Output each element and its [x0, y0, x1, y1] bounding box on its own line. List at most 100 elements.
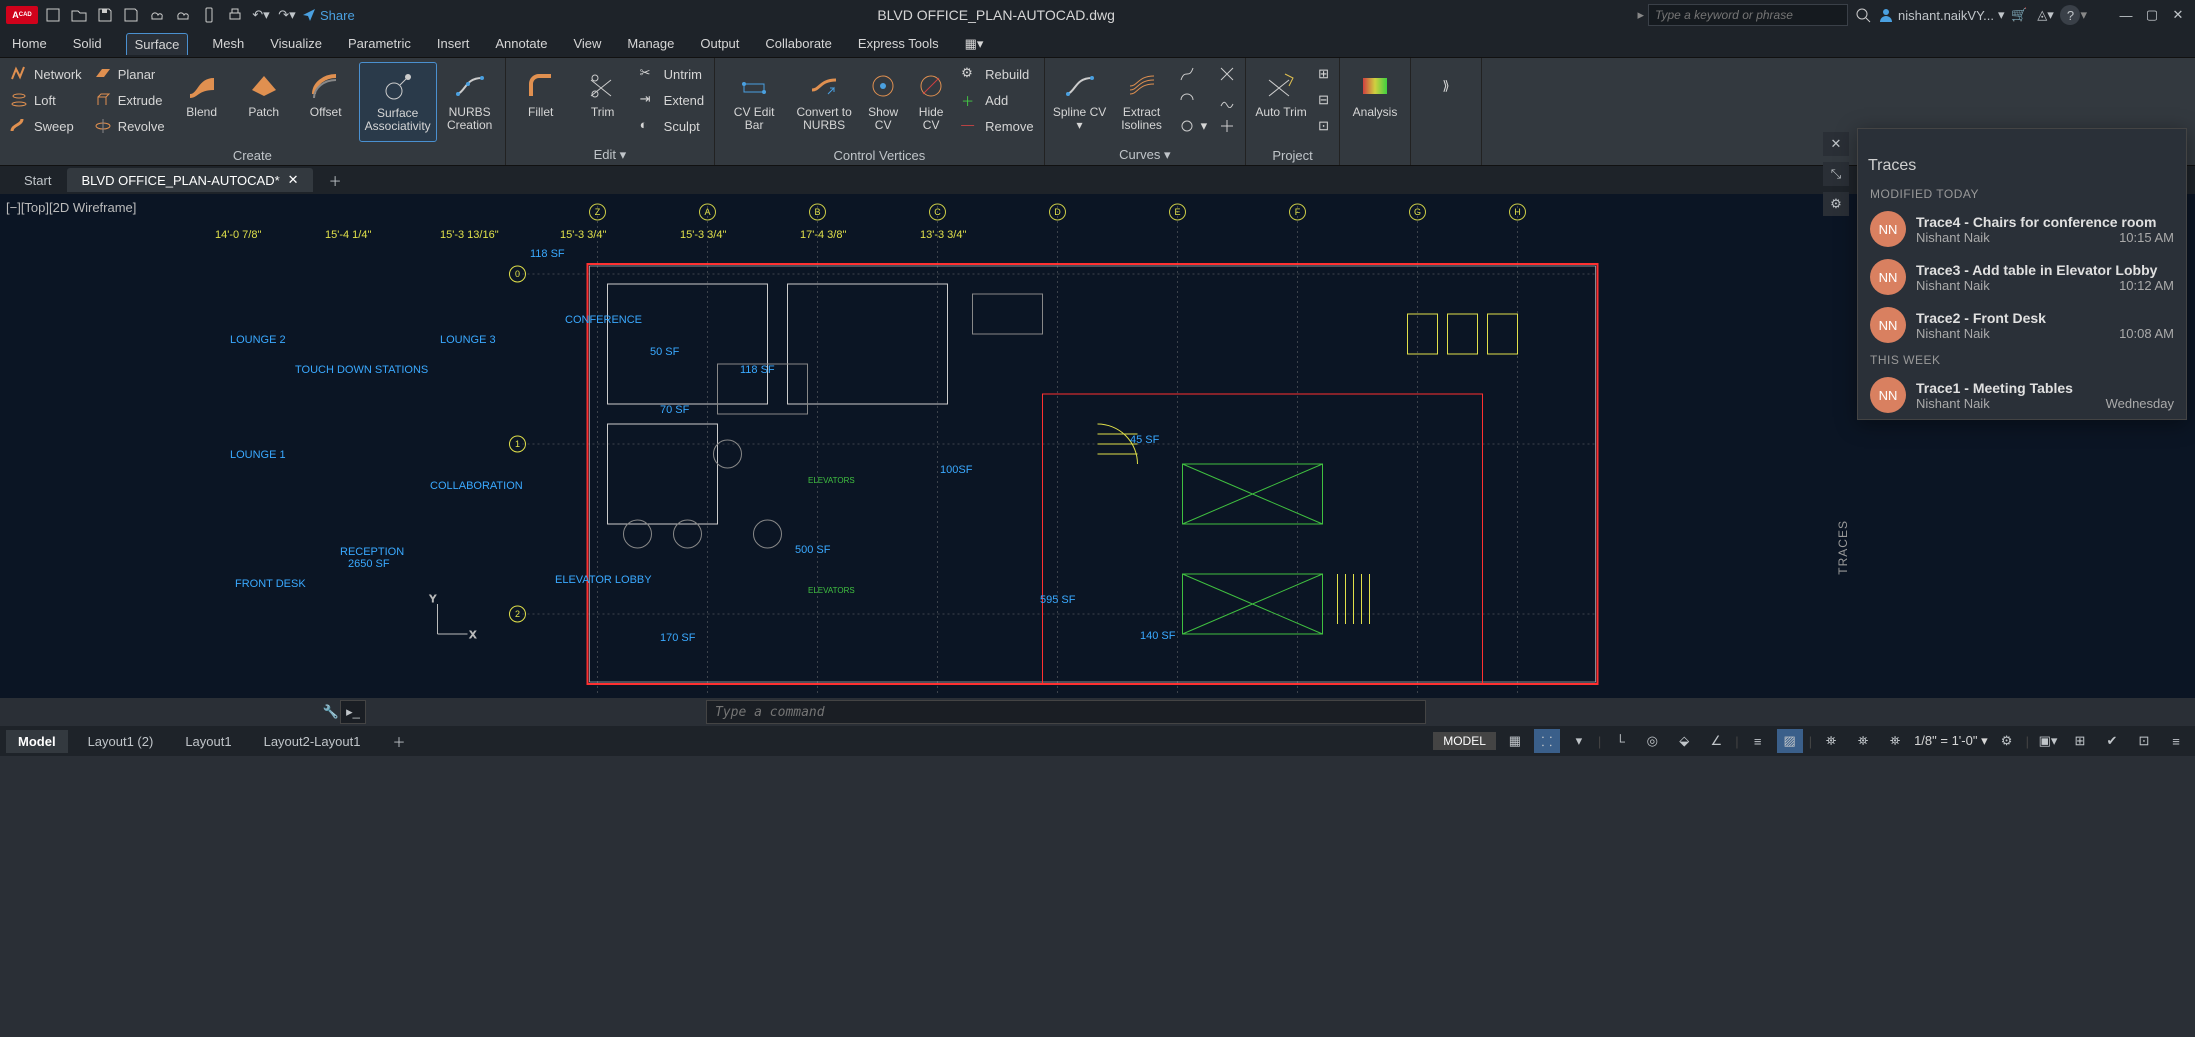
search-icon[interactable] — [1852, 4, 1874, 26]
panel-settings-icon[interactable]: ⚙ — [1823, 192, 1849, 216]
cloud-save-icon[interactable] — [172, 4, 194, 26]
units-icon[interactable]: ⊞ — [2067, 729, 2093, 753]
curve-t6-icon[interactable] — [1215, 114, 1239, 138]
convert-nurbs-button[interactable]: Convert to NURBS — [791, 62, 857, 142]
polar-icon[interactable]: ◎ — [1639, 729, 1665, 753]
space-toggle[interactable]: MODEL — [1433, 732, 1496, 750]
share-button[interactable]: Share — [302, 8, 355, 23]
fillet-button[interactable]: Fillet — [512, 62, 570, 142]
ortho-icon[interactable]: └ — [1607, 729, 1633, 753]
nurbs-creation-button[interactable]: NURBS Creation — [441, 62, 499, 142]
menu-visualize[interactable]: Visualize — [268, 32, 324, 55]
panel-edit-label[interactable]: Edit ▾ — [512, 145, 708, 165]
menu-manage[interactable]: Manage — [625, 32, 676, 55]
offset-button[interactable]: Offset — [297, 62, 355, 142]
layout-model[interactable]: Model — [6, 730, 68, 753]
undo-icon[interactable]: ↶▾ — [250, 4, 272, 26]
snap-icon[interactable]: ⸬ — [1534, 729, 1560, 753]
annoauto-icon[interactable]: ⛯ — [1882, 729, 1908, 753]
help-icon[interactable]: ? — [2060, 5, 2080, 25]
menu-annotate[interactable]: Annotate — [493, 32, 549, 55]
trace-item[interactable]: NN Trace4 - Chairs for conference room N… — [1858, 205, 2186, 253]
isolate-icon[interactable]: ⊡ — [2131, 729, 2157, 753]
tab-add-icon[interactable]: ＋ — [315, 167, 356, 194]
menu-collaborate[interactable]: Collaborate — [763, 32, 834, 55]
revolve-button[interactable]: Revolve — [90, 114, 169, 138]
save-icon[interactable] — [94, 4, 116, 26]
menu-view[interactable]: View — [571, 32, 603, 55]
cmd-prompt-icon[interactable]: ▸_ — [340, 700, 366, 724]
autodesk-icon[interactable]: ◬▾ — [2034, 4, 2056, 26]
layout-3[interactable]: Layout2-Layout1 — [252, 730, 373, 753]
isodraft-icon[interactable]: ⬙ — [1671, 729, 1697, 753]
patch-button[interactable]: Patch — [235, 62, 293, 142]
menu-insert[interactable]: Insert — [435, 32, 472, 55]
tab-close-icon[interactable]: ✕ — [288, 172, 299, 188]
layout-add-icon[interactable]: ＋ — [380, 728, 417, 755]
panel-expand-icon[interactable]: ⤡ — [1823, 162, 1849, 186]
proj-t1-icon[interactable]: ⊞ — [1314, 62, 1333, 86]
trace-item[interactable]: NN Trace3 - Add table in Elevator Lobby … — [1858, 253, 2186, 301]
show-cv-button[interactable]: Show CV — [861, 62, 905, 142]
maximize-icon[interactable]: ▢ — [2141, 4, 2163, 26]
saveas-icon[interactable] — [120, 4, 142, 26]
panel-close-icon[interactable]: ✕ — [1823, 132, 1849, 156]
open-icon[interactable] — [68, 4, 90, 26]
customui-icon[interactable]: ≡ — [2163, 729, 2189, 753]
menu-output[interactable]: Output — [698, 32, 741, 55]
user-menu[interactable]: nishant.naikVY...▾ — [1878, 7, 2004, 23]
untrim-button[interactable]: ✂Untrim — [636, 62, 708, 86]
trace-item[interactable]: NN Trace1 - Meeting Tables Nishant Naik … — [1858, 371, 2186, 419]
proj-t3-icon[interactable]: ⊡ — [1314, 114, 1333, 138]
menu-parametric[interactable]: Parametric — [346, 32, 413, 55]
extrude-button[interactable]: Extrude — [90, 88, 169, 112]
auto-trim-button[interactable]: Auto Trim — [1252, 62, 1310, 142]
add-cv-button[interactable]: ＋Add — [957, 88, 1037, 112]
spline-cv-button[interactable]: Spline CV ▾ — [1051, 62, 1109, 142]
layout-2[interactable]: Layout1 — [173, 730, 243, 753]
analysis-button[interactable]: Analysis — [1346, 62, 1404, 142]
tab-document[interactable]: BLVD OFFICE_PLAN-AUTOCAD*✕ — [67, 168, 312, 192]
print-icon[interactable] — [224, 4, 246, 26]
menu-solid[interactable]: Solid — [71, 32, 104, 55]
overflow-icon[interactable]: ⟫ — [1417, 62, 1475, 142]
gear-icon[interactable]: ⚙ — [1994, 729, 2020, 753]
extract-isolines-button[interactable]: Extract Isolines — [1113, 62, 1171, 142]
dropdown-icon[interactable]: ▾ — [1566, 729, 1592, 753]
extend-button[interactable]: ⇥Extend — [636, 88, 708, 112]
network-button[interactable]: Network — [6, 62, 86, 86]
trace-item[interactable]: NN Trace2 - Front Desk Nishant Naik 10:0… — [1858, 301, 2186, 349]
cv-editbar-button[interactable]: CV Edit Bar — [721, 62, 787, 142]
proj-t2-icon[interactable]: ⊟ — [1314, 88, 1333, 112]
hide-cv-button[interactable]: Hide CV — [909, 62, 953, 142]
new-icon[interactable] — [42, 4, 64, 26]
rebuild-button[interactable]: ⚙Rebuild — [957, 62, 1037, 86]
ws-switch-icon[interactable]: ▣▾ — [2035, 729, 2061, 753]
redo-icon[interactable]: ↷▾ — [276, 4, 298, 26]
trim-button[interactable]: Trim — [574, 62, 632, 142]
featured-apps-icon[interactable]: ▦▾ — [963, 32, 986, 56]
curve-t4-icon[interactable] — [1215, 62, 1239, 86]
sculpt-button[interactable]: ◐Sculpt — [636, 114, 708, 138]
command-input[interactable] — [706, 700, 1426, 724]
curve-t2-icon[interactable] — [1175, 88, 1212, 112]
curve-t5-icon[interactable] — [1215, 88, 1239, 112]
menu-surface[interactable]: Surface — [126, 33, 189, 55]
close-icon[interactable]: ✕ — [2167, 4, 2189, 26]
blend-button[interactable]: Blend — [173, 62, 231, 142]
planar-button[interactable]: Planar — [90, 62, 169, 86]
transparency-icon[interactable]: ▨ — [1777, 729, 1803, 753]
cart-icon[interactable]: 🛒 — [2008, 4, 2030, 26]
menu-mesh[interactable]: Mesh — [210, 32, 246, 55]
grid-icon[interactable]: ▦ — [1502, 729, 1528, 753]
quickprops-icon[interactable]: ✔ — [2099, 729, 2125, 753]
osnap-icon[interactable]: ∠ — [1703, 729, 1729, 753]
tab-start[interactable]: Start — [10, 169, 65, 192]
surface-associativity-button[interactable]: Surface Associativity — [359, 62, 437, 142]
menu-express[interactable]: Express Tools — [856, 32, 941, 55]
layout-1[interactable]: Layout1 (2) — [76, 730, 166, 753]
lineweight-icon[interactable]: ≡ — [1745, 729, 1771, 753]
minimize-icon[interactable]: — — [2115, 4, 2137, 26]
search-input[interactable] — [1648, 4, 1848, 26]
annoscale-icon[interactable]: ⛯ — [1818, 729, 1844, 753]
